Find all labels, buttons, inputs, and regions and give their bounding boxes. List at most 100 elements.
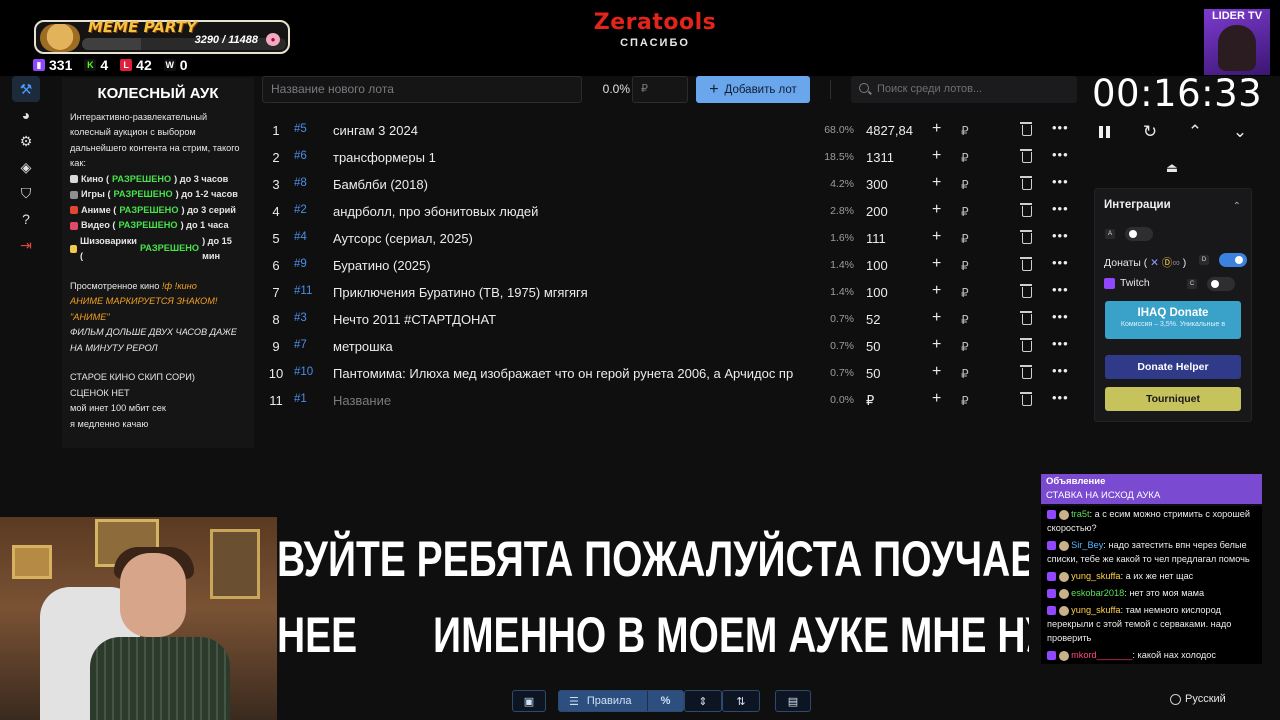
delete-all-icon[interactable]: ▤ [775,690,811,712]
add-amount-icon[interactable]: + [932,147,941,165]
currency-icon[interactable]: ₽ [961,151,969,165]
currency-icon[interactable]: ₽ [961,232,969,246]
lot-amount[interactable]: ₽ [866,393,874,409]
trash-icon[interactable] [1020,176,1032,190]
add-lot-button[interactable]: + Добавить лот [696,76,810,103]
add-amount-icon[interactable]: + [932,201,941,219]
twitch-toggle[interactable] [1207,277,1235,291]
auction-hammer-icon[interactable]: ⚒ [12,76,40,102]
currency-icon[interactable]: ₽ [961,394,969,408]
add-amount-icon[interactable]: + [932,309,941,327]
lot-name[interactable]: Бамблби (2018) [333,177,808,192]
lot-amount[interactable]: 52 [866,312,880,327]
lot-id[interactable]: #1 [294,393,307,405]
lot-amount[interactable]: 200 [866,204,888,219]
percent-button[interactable]: % [647,691,683,711]
new-lot-input-wrap[interactable] [262,76,582,103]
help-icon[interactable]: ? [12,206,40,232]
trash-icon[interactable] [1020,257,1032,271]
trash-icon[interactable] [1020,203,1032,217]
sort-icon[interactable]: ⇅ [722,690,760,712]
add-amount-icon[interactable]: + [932,120,941,138]
lot-name[interactable]: сингам 3 2024 [333,123,808,138]
currency-icon[interactable]: ₽ [961,178,969,192]
collapse-icon[interactable]: ⏏ [1162,160,1182,180]
add-amount-icon[interactable]: + [932,174,941,192]
lot-name[interactable]: Аутсорс (сериал, 2025) [333,231,808,246]
more-icon[interactable]: ••• [1052,336,1069,351]
lot-name[interactable]: Буратино (2025) [333,258,808,273]
auto-toggle[interactable] [1125,227,1153,241]
currency-icon[interactable]: ₽ [961,286,969,300]
more-icon[interactable]: ••• [1052,282,1069,297]
lot-id[interactable]: #5 [294,123,307,135]
chat-username[interactable]: tra5t [1071,509,1089,519]
wheel-icon[interactable]: ◕ [12,102,40,128]
currency-icon[interactable]: ₽ [961,313,969,327]
trash-icon[interactable] [1020,338,1032,352]
logout-icon[interactable]: ⇥ [12,232,40,258]
trash-icon[interactable] [1020,230,1032,244]
shield-icon[interactable]: ⛉ [12,180,40,206]
lot-id[interactable]: #9 [294,258,307,270]
layers-icon[interactable]: ◈ [12,154,40,180]
more-icon[interactable]: ••• [1052,390,1069,405]
trash-icon[interactable] [1020,149,1032,163]
chat-username[interactable]: yung_skuffa [1071,605,1120,615]
chevron-up-icon[interactable]: ⌃ [1182,120,1208,144]
more-icon[interactable]: ••• [1052,309,1069,324]
lot-name[interactable]: трансформеры 1 [333,150,808,165]
currency-icon[interactable]: ₽ [961,340,969,354]
lot-name[interactable]: Название [333,393,808,408]
chat-username[interactable]: Sir_Bey [1071,540,1103,550]
add-amount-icon[interactable]: + [932,390,941,408]
currency-icon[interactable]: ₽ [961,205,969,219]
add-amount-icon[interactable]: + [932,336,941,354]
lot-amount[interactable]: 100 [866,285,888,300]
add-amount-icon[interactable]: + [932,282,941,300]
chevron-down-icon[interactable]: ⌄ [1227,120,1253,144]
add-amount-icon[interactable]: + [932,363,941,381]
lot-name[interactable]: Пантомима: Илюха мед изображает что он г… [333,366,808,381]
chat-username[interactable]: eskobar2018 [1071,588,1124,598]
trash-icon[interactable] [1020,365,1032,379]
chevron-up-icon[interactable]: ⌃ [1233,201,1241,212]
lot-id[interactable]: #11 [294,285,312,297]
lot-name[interactable]: метрошка [333,339,808,354]
more-icon[interactable]: ••• [1052,147,1069,162]
lot-amount[interactable]: 1311 [866,150,894,165]
more-icon[interactable]: ••• [1052,174,1069,189]
donate-helper-button[interactable]: Donate Helper [1105,355,1241,379]
pause-button[interactable] [1092,120,1118,144]
currency-icon[interactable]: ₽ [961,259,969,273]
lot-id[interactable]: #7 [294,339,307,351]
new-lot-amount-input[interactable]: ₽ [632,76,688,103]
archive-icon[interactable]: ▣ [512,690,546,712]
trash-icon[interactable] [1020,311,1032,325]
currency-icon[interactable]: ₽ [961,367,969,381]
lot-amount[interactable]: 300 [866,177,888,192]
lot-name[interactable]: Нечто 2011 #СТАРТДОНАТ [333,312,808,327]
chat-username[interactable]: yung_skuffa [1071,571,1120,581]
lot-id[interactable]: #3 [294,312,307,324]
lot-id[interactable]: #8 [294,177,307,189]
new-lot-input[interactable] [271,77,573,102]
add-amount-icon[interactable]: + [932,255,941,273]
more-icon[interactable]: ••• [1052,363,1069,378]
lot-amount[interactable]: 111 [866,231,886,246]
lot-id[interactable]: #10 [294,366,313,378]
donates-toggle[interactable] [1219,253,1247,267]
trash-icon[interactable] [1020,392,1032,406]
chat-username[interactable]: mkord_______ [1071,650,1132,660]
more-icon[interactable]: ••• [1052,201,1069,216]
lot-id[interactable]: #2 [294,204,307,216]
trash-icon[interactable] [1020,284,1032,298]
reset-icon[interactable]: ↻ [1137,120,1163,144]
more-icon[interactable]: ••• [1052,228,1069,243]
currency-icon[interactable]: ₽ [961,124,969,138]
gear-icon[interactable]: ⚙ [12,128,40,154]
add-amount-icon[interactable]: + [932,228,941,246]
align-icon[interactable]: ⇕ [684,690,722,712]
lot-search-input[interactable]: Поиск среди лотов... [851,76,1077,103]
lot-name[interactable]: андрболл, про эбонитовых людей [333,204,808,219]
